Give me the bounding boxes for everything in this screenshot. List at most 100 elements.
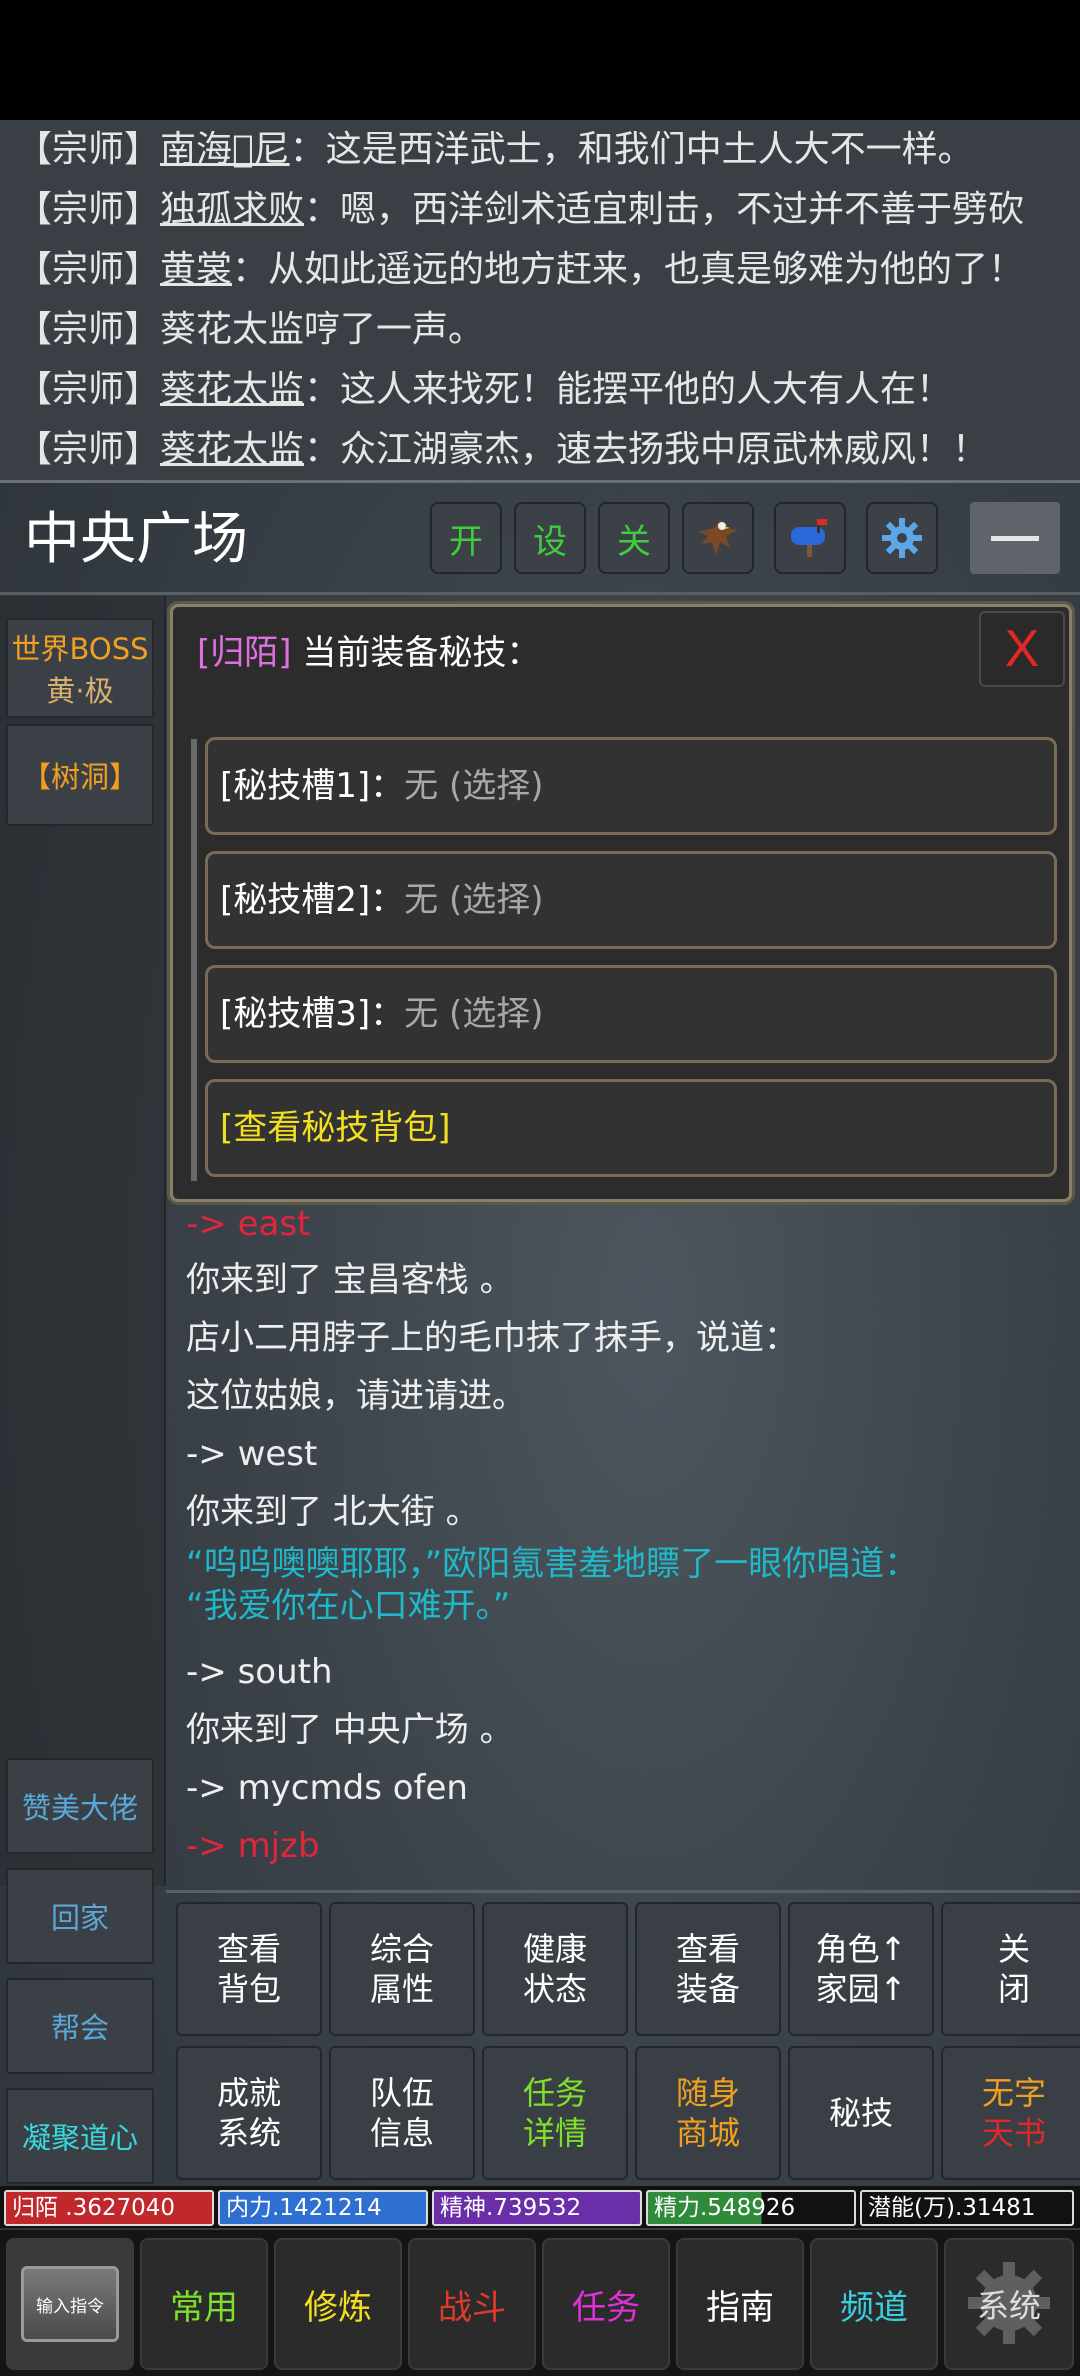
close-toggle-button[interactable]: 关 — [598, 502, 670, 574]
tree-hole-button[interactable]: 【树洞】 — [6, 724, 154, 826]
dialog-title-text: 当前装备秘技： — [291, 633, 541, 673]
slot-label: [秘技槽3]： — [220, 994, 405, 1034]
room-title: 中央广场 — [24, 507, 248, 572]
hp-stat: 归陌 .3627040 — [4, 2190, 214, 2226]
eagle-button[interactable] — [682, 502, 754, 574]
grid-button[interactable]: 综合 属性 — [329, 1902, 475, 2036]
close-button[interactable]: X — [979, 611, 1065, 687]
condense-heart-button[interactable]: 凝聚道心 — [6, 2088, 154, 2184]
chat-message: ：这人来找死！能摆平他的人大有人在！ — [304, 369, 953, 410]
chat-message: ：从如此遥远的地方赶来，也真是够难为他的了！ — [232, 249, 1025, 290]
chat-rank-tag: 【宗师】 — [16, 249, 161, 290]
grid-button[interactable]: 随身 商城 — [635, 2046, 781, 2180]
chat-rank-tag: 【宗师】 — [16, 309, 161, 350]
grid-button[interactable]: 关 闭 — [941, 1902, 1080, 2036]
log-line: “呜呜噢噢耶耶，”欧阳氪害羞地瞟了一眼你唱道： — [186, 1544, 919, 1584]
battle-tab[interactable]: 战斗 — [408, 2238, 536, 2370]
skill-equip-dialog: [归陌] 当前装备秘技： X [秘技槽1]：无 (选择) [秘技槽2]：无 (选… — [170, 604, 1072, 1202]
input-command-label: 输入指令 — [36, 2296, 104, 2317]
wordless-book-button[interactable]: 无字 天书 — [941, 2046, 1080, 2180]
chat-line: 【宗师】葵花太监哼了一声。 — [16, 300, 484, 360]
open-button[interactable]: 开 — [430, 502, 502, 574]
common-tab[interactable]: 常用 — [140, 2238, 268, 2370]
slot-value: 无 (选择) — [404, 880, 544, 920]
player-tag: [归陌] — [197, 633, 292, 673]
chat-line: 【宗师】葵花太监：众江湖豪杰，速去扬我中原武林威风！！ — [16, 420, 988, 480]
chat-message: ：这是西洋武士，和我们中土人大不一样。 — [289, 129, 974, 170]
minimize-button[interactable] — [970, 502, 1060, 574]
home-button[interactable]: 回家 — [6, 1868, 154, 1964]
divider — [0, 480, 1080, 483]
log-line: -> mjzb — [186, 1826, 320, 1866]
chat-message: ：众江湖豪杰，速去扬我中原武林威风！！ — [304, 429, 989, 470]
minus-icon — [991, 535, 1039, 541]
chat-line: 【宗师】南海𫊸尼：这是西洋武士，和我们中土人大不一样。 — [16, 120, 974, 180]
log-line: 这位姑娘，请进请进。 — [186, 1376, 526, 1416]
log-line: 你来到了 北大街 。 — [186, 1492, 480, 1532]
log-line: “我爱你在心口难开。” — [186, 1586, 511, 1626]
spirit-stat: 精神.739532 — [432, 2190, 642, 2226]
chat-player-name[interactable]: 黄裳 — [160, 249, 232, 290]
praise-button[interactable]: 赞美大佬 — [6, 1758, 154, 1854]
chat-player-name[interactable]: 独孤求败 — [160, 189, 304, 230]
log-line: -> west — [186, 1434, 318, 1474]
skill-slot-1[interactable]: [秘技槽1]：无 (选择) — [205, 737, 1057, 835]
system-label: 系统 — [976, 2287, 1041, 2325]
chat-player-name[interactable]: 葵花太监 — [160, 369, 304, 410]
chat-rank-tag: 【宗师】 — [16, 429, 161, 470]
grid-button[interactable]: 角色↑ 家园↑ — [788, 1902, 934, 2036]
divider — [0, 592, 1080, 595]
eagle-icon — [698, 520, 738, 556]
log-line: -> mycmds ofen — [186, 1768, 468, 1808]
world-boss-button[interactable]: 世界BOSS 黄·极 — [6, 618, 154, 718]
cultivate-tab[interactable]: 修炼 — [274, 2238, 402, 2370]
chat-rank-tag: 【宗师】 — [16, 189, 161, 230]
input-command-button[interactable]: 输入指令 — [6, 2238, 134, 2370]
chat-line: 【宗师】黄裳：从如此遥远的地方赶来，也真是够难为他的了！ — [16, 240, 1024, 300]
grid-button[interactable]: 查看 背包 — [176, 1902, 322, 2036]
grid-button[interactable]: 健康 状态 — [482, 1902, 628, 2036]
chat-message: 葵花太监哼了一声。 — [160, 309, 485, 350]
grid-button[interactable]: 任务 详情 — [482, 2046, 628, 2180]
grid-button[interactable]: 队伍 信息 — [329, 2046, 475, 2180]
mail-button[interactable] — [774, 502, 846, 574]
guild-button[interactable]: 帮会 — [6, 1978, 154, 2074]
world-boss-label: 世界BOSS — [11, 632, 149, 666]
world-boss-sublabel: 黄·极 — [46, 674, 114, 708]
skill-bag-button[interactable]: [查看秘技背包] — [205, 1079, 1057, 1177]
scroll-bar[interactable] — [191, 739, 197, 1181]
grid-button[interactable]: 秘技 — [788, 2046, 934, 2180]
chat-rank-tag: 【宗师】 — [16, 369, 161, 410]
slot-label: [秘技槽1]： — [220, 766, 405, 806]
slot-value: 无 (选择) — [404, 994, 544, 1034]
chat-rank-tag: 【宗师】 — [16, 129, 161, 170]
channel-tab[interactable]: 频道 — [810, 2238, 938, 2370]
log-line: 店小二用脖子上的毛巾抹了抹手，说道： — [186, 1318, 798, 1358]
chat-line: 【宗师】独孤求败：嗯，西洋剑术适宜刺击，不过并不善于劈砍 — [16, 180, 1024, 240]
energy-stat: 精力.548926 — [646, 2190, 856, 2226]
settings-button[interactable]: 设 — [514, 502, 586, 574]
quest-tab[interactable]: 任务 — [542, 2238, 670, 2370]
skill-slot-3[interactable]: [秘技槽3]：无 (选择) — [205, 965, 1057, 1063]
skill-slot-2[interactable]: [秘技槽2]：无 (选择) — [205, 851, 1057, 949]
grid-button[interactable]: 查看 装备 — [635, 1902, 781, 2036]
guide-tab[interactable]: 指南 — [676, 2238, 804, 2370]
dialog-title: [归陌] 当前装备秘技： — [197, 625, 540, 674]
chat-player-name[interactable]: 南海𫊸尼 — [160, 129, 290, 170]
system-button[interactable]: 系统 — [944, 2238, 1074, 2370]
potential-stat: 潜能(万).31481 — [860, 2190, 1074, 2226]
grid-button[interactable]: 成就 系统 — [176, 2046, 322, 2180]
chat-line: 【宗师】葵花太监：这人来找死！能摆平他的人大有人在！ — [16, 360, 952, 420]
log-line: 你来到了 宝昌客栈 。 — [186, 1260, 514, 1300]
log-line: 你来到了 中央广场 。 — [186, 1710, 514, 1750]
log-line: -> south — [186, 1652, 333, 1692]
slot-label: [秘技槽2]： — [220, 880, 405, 920]
gear-icon — [882, 518, 922, 558]
keyboard-icon: 输入指令 — [21, 2266, 119, 2342]
mailbox-icon — [791, 519, 827, 557]
gear-button[interactable] — [866, 502, 938, 574]
chat-player-name[interactable]: 葵花太监 — [160, 429, 304, 470]
chat-message: ：嗯，西洋剑术适宜刺击，不过并不善于劈砍 — [304, 189, 1025, 230]
status-bar — [0, 0, 1080, 120]
log-line: -> east — [186, 1204, 311, 1244]
